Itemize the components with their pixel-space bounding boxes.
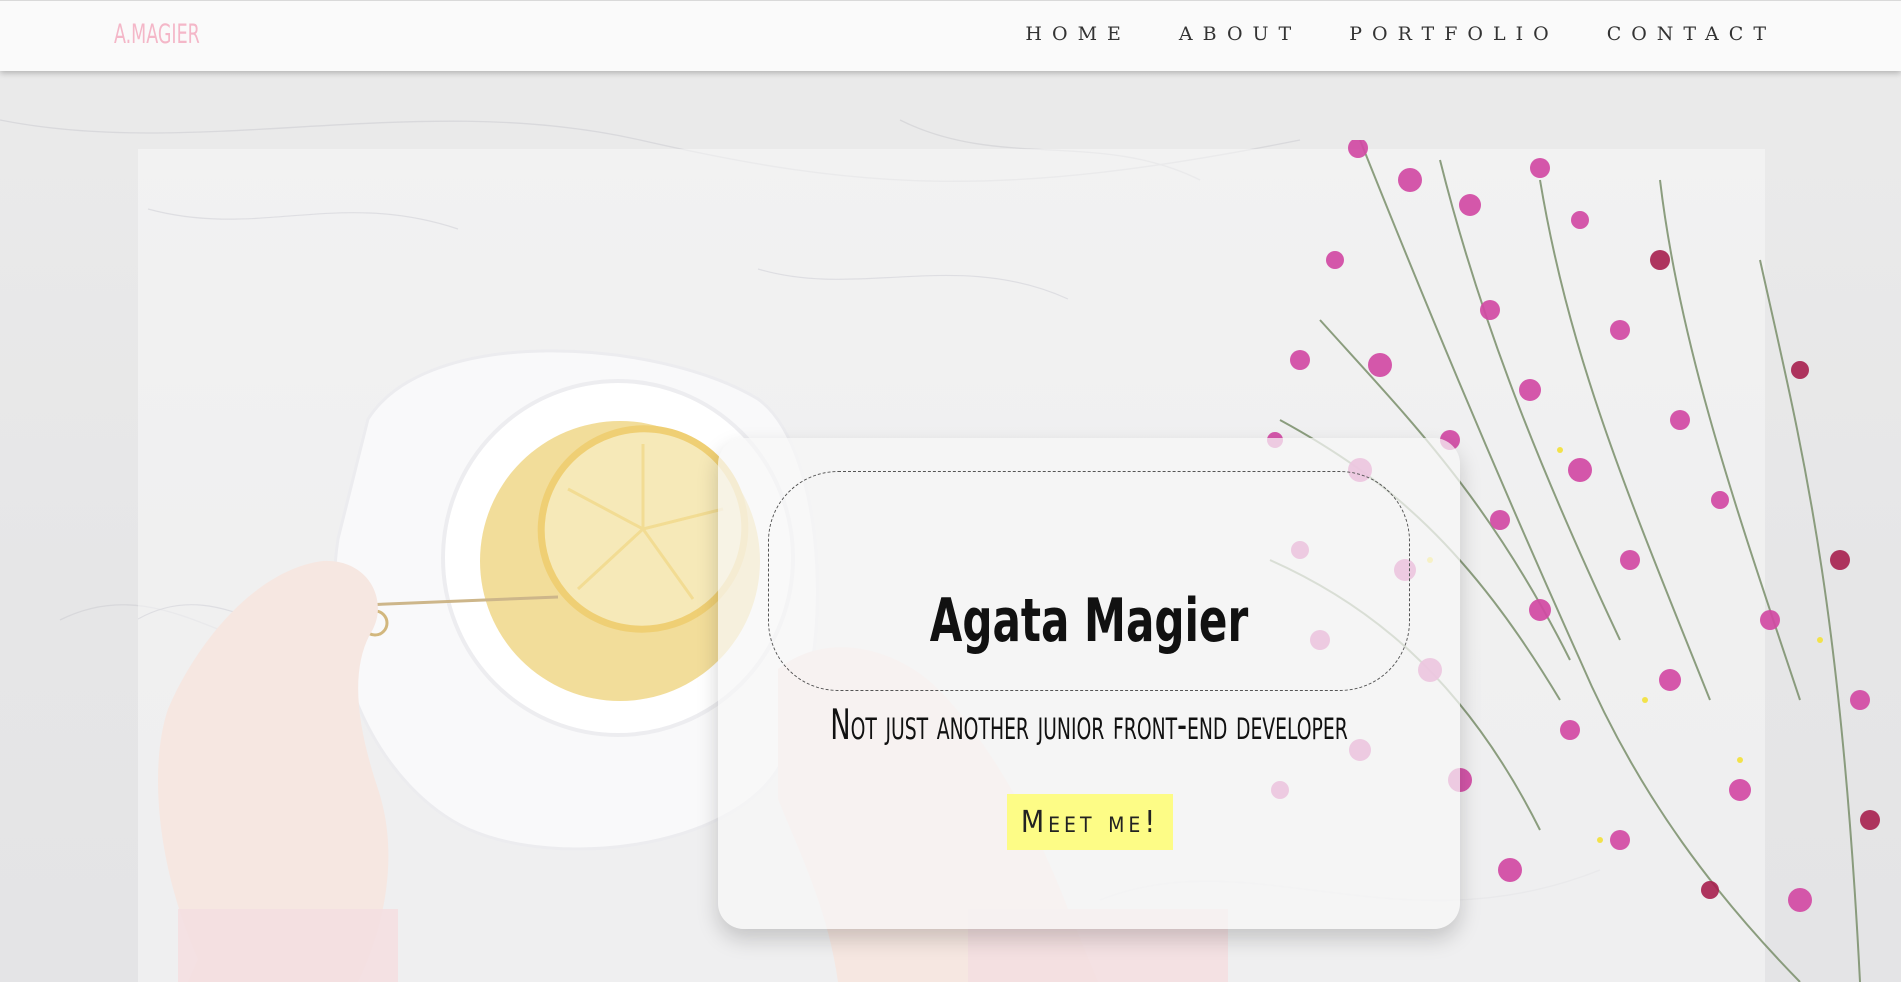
nav-about[interactable]: ABOUT	[1179, 23, 1301, 45]
hero-tagline: Not just another junior front-end develo…	[830, 700, 1348, 749]
nav-portfolio[interactable]: PORTFOLIO	[1349, 23, 1558, 45]
hero-name: Agata Magier	[929, 586, 1249, 657]
nav-home[interactable]: HOME	[1025, 23, 1130, 45]
main-nav: HOME ABOUT PORTFOLIO CONTACT	[1025, 23, 1776, 45]
name-frame	[768, 471, 1410, 691]
meet-me-button[interactable]: Meet me!	[1007, 794, 1173, 850]
top-navbar: A.MAGIER HOME ABOUT PORTFOLIO CONTACT	[0, 0, 1901, 71]
intro-card: Agata Magier Not just another junior fro…	[718, 438, 1460, 929]
site-logo[interactable]: A.MAGIER	[114, 19, 200, 50]
nav-contact[interactable]: CONTACT	[1607, 23, 1776, 45]
